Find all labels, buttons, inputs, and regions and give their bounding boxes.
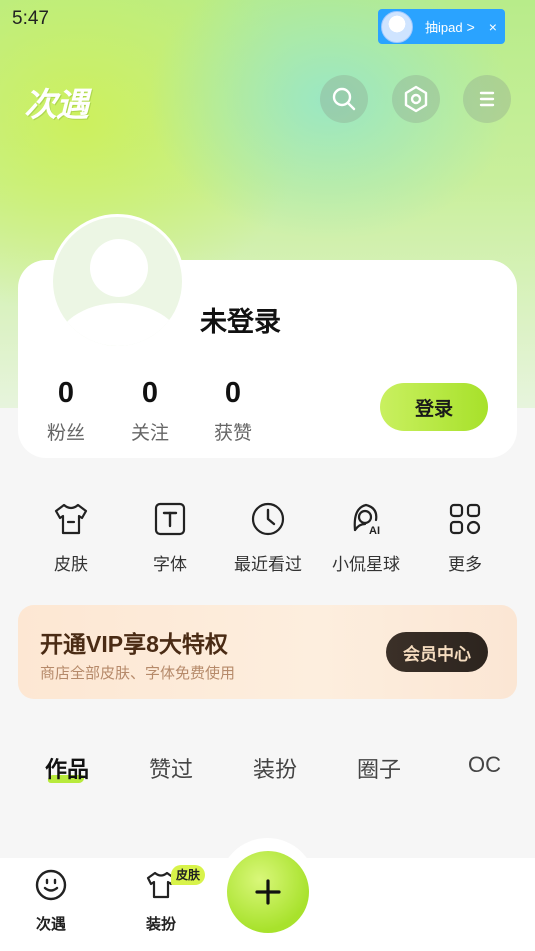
likes-stat[interactable]: 0 获赞	[198, 377, 268, 445]
followers-stat[interactable]: 0 粉丝	[31, 377, 101, 445]
tab-outfits[interactable]: 装扮	[253, 752, 297, 784]
settings-icon	[404, 85, 428, 113]
ai-avatar-icon: AI	[353, 503, 380, 537]
tab-liked[interactable]: 赞过	[149, 752, 193, 784]
avatar-placeholder-body	[55, 303, 182, 346]
svg-text:AI: AI	[369, 525, 380, 537]
quick-action-skin[interactable]: 皮肤	[23, 500, 119, 575]
avatar[interactable]	[50, 214, 185, 349]
tab-oc[interactable]: OC	[468, 752, 501, 778]
clock-icon	[251, 502, 285, 536]
following-count: 0	[141, 377, 159, 409]
quick-action-more[interactable]: 更多	[417, 500, 513, 575]
username[interactable]: 未登录	[200, 300, 281, 339]
following-label: 关注	[130, 423, 169, 444]
vip-title: 开通VIP享8大特权	[40, 631, 228, 657]
menu-icon	[479, 91, 495, 107]
search-icon	[332, 87, 356, 111]
close-icon[interactable]: ×	[489, 19, 497, 35]
quick-action-label: 皮肤	[54, 555, 88, 574]
status-time: 5:47	[12, 8, 49, 29]
chevron-right-icon: >	[466, 18, 475, 35]
likes-label: 获赞	[213, 423, 252, 444]
search-button[interactable]	[320, 75, 368, 123]
quick-action-label: 最近看过	[234, 555, 302, 574]
avatar-placeholder-head	[90, 239, 148, 297]
mascot-avatar-icon	[381, 10, 413, 43]
quick-action-label: 更多	[448, 555, 482, 574]
tab-circles[interactable]: 圈子	[357, 752, 401, 784]
smile-icon	[35, 869, 67, 901]
likes-count: 0	[224, 377, 242, 409]
skin-badge: 皮肤	[171, 865, 206, 885]
nav-item-label: 装扮	[145, 916, 176, 933]
grid-icon	[449, 503, 481, 535]
tshirt-icon	[54, 503, 88, 535]
menu-button[interactable]	[463, 75, 511, 123]
login-button[interactable]: 登录	[380, 383, 488, 431]
font-icon	[154, 502, 186, 536]
quick-action-label: 小侃星球	[332, 555, 400, 574]
followers-label: 粉丝	[46, 423, 85, 444]
vip-subtitle: 商店全部皮肤、字体免费使用	[40, 665, 236, 682]
plus-icon	[255, 879, 281, 905]
create-post-button[interactable]	[227, 851, 309, 933]
tab-works[interactable]: 作品	[45, 752, 89, 784]
app-logo: 次遇	[24, 86, 89, 123]
floating-promo-text: 抽ipad	[425, 20, 463, 35]
quick-action-font[interactable]: 字体	[122, 500, 218, 575]
floating-promo-widget[interactable]: 抽ipad > ×	[378, 9, 505, 44]
quick-action-planet[interactable]: AI 小侃星球	[318, 500, 414, 575]
nav-item-label: 次遇	[35, 916, 66, 933]
followers-count: 0	[57, 377, 75, 409]
vip-banner[interactable]: 开通VIP享8大特权 商店全部皮肤、字体免费使用 会员中心	[18, 605, 517, 699]
quick-action-label: 字体	[153, 555, 187, 574]
settings-button[interactable]	[392, 75, 440, 123]
member-center-button[interactable]: 会员中心	[386, 632, 488, 672]
following-stat[interactable]: 0 关注	[115, 377, 185, 445]
nav-item-home[interactable]: 次遇	[21, 868, 81, 934]
quick-action-recent[interactable]: 最近看过	[220, 500, 316, 575]
